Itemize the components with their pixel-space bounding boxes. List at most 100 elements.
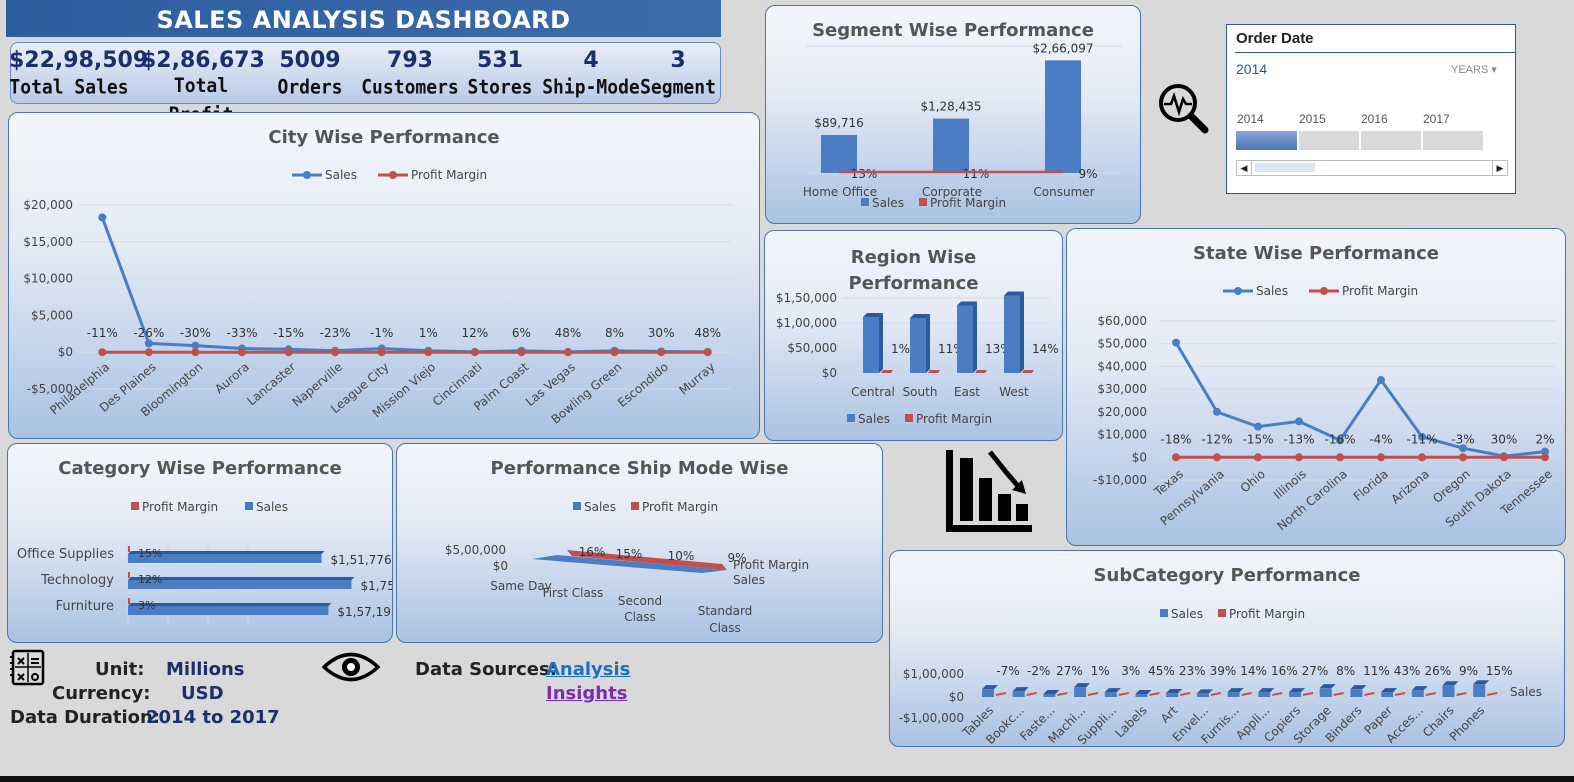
margin-label: 14%: [1032, 342, 1059, 356]
legend-label: Sales: [584, 500, 616, 514]
profit-margin-point: [1254, 453, 1262, 462]
margin-label: 3%: [138, 599, 155, 612]
margin-label: 16%: [1271, 664, 1298, 678]
legend-label: Profit Margin: [411, 168, 487, 182]
data-label: -13%: [1283, 432, 1314, 446]
legend-marker: [303, 171, 311, 179]
y-tick-label: $20,000: [23, 198, 73, 212]
margin-label: -7%: [996, 664, 1019, 678]
sales-bar: [1045, 60, 1081, 174]
kpi-label: Ship-Mode: [542, 75, 640, 99]
order-date-slicer[interactable]: Order Date 2014 YEARS ▾ 2014 2015 2016 2…: [1226, 24, 1516, 194]
sales-bar: [1258, 692, 1271, 697]
duration-label: Data Duration:: [10, 707, 161, 728]
margin-label: 10%: [668, 549, 695, 563]
margin-label: 14%: [1240, 664, 1267, 678]
data-label: -15%: [273, 326, 304, 340]
x-tick-label: East: [954, 385, 980, 399]
data-label: 48%: [694, 326, 721, 340]
y-tick-label: $50,000: [1097, 337, 1147, 351]
margin-label: 15%: [138, 547, 162, 560]
subcategory-chart-panel: SubCategory Performance Sales Profit Marg…: [889, 550, 1565, 747]
sales-bar: [910, 318, 926, 373]
slicer-bar-2016[interactable]: [1361, 131, 1421, 150]
profit-margin-point: [1336, 453, 1344, 462]
profit-margin-point: [238, 348, 246, 357]
shipmode-chart-panel: Performance Ship Mode Wise Sales Profit M…: [396, 443, 883, 643]
legend-label: Sales: [872, 196, 904, 210]
slicer-year-2015[interactable]: 2015: [1299, 112, 1326, 126]
legend-label: Profit Margin: [142, 500, 218, 514]
legend-swatch: [905, 414, 913, 422]
subcategory-chart: Sales Profit Margin $1,00,000 $0 -$1,00,000 -…: [899, 607, 1542, 746]
data-label: -4%: [1369, 432, 1392, 446]
slicer-scroll-thumb[interactable]: [1255, 163, 1315, 172]
insights-link[interactable]: Insights: [546, 683, 627, 704]
kpi-value: $22,98,509: [9, 48, 149, 73]
arrow-right-icon[interactable]: ▶: [1492, 161, 1507, 175]
legend-swatch: [1218, 609, 1226, 617]
search-analytics-icon: [1159, 84, 1209, 134]
data-label: -12%: [1201, 432, 1232, 446]
data-label: $89,716: [814, 116, 864, 130]
y-tick-label: $10,000: [1097, 428, 1147, 442]
data-label: 8%: [605, 326, 624, 340]
sales-bar: [1289, 692, 1301, 697]
data-label: -15%: [1242, 432, 1273, 446]
x-tick-label: South: [903, 385, 938, 399]
slicer-bar-2014[interactable]: [1236, 131, 1297, 150]
slicer-level-dropdown[interactable]: YEARS ▾: [1451, 63, 1497, 76]
sales-bar: [957, 305, 973, 373]
category-chart: Profit Margin Sales 15% $1,51,776 Office Sup…: [17, 500, 392, 624]
sales-point: [1213, 407, 1221, 416]
data-label: $1,28,435: [920, 100, 981, 114]
y-tick-label: -$10,000: [1093, 473, 1147, 487]
legend-label: Profit Margin: [1229, 607, 1305, 621]
legend-label: Profit Margin: [642, 500, 718, 514]
profit-margin-point: [331, 348, 340, 357]
slicer-year-2014[interactable]: 2014: [1237, 112, 1264, 126]
sales-bar: [1319, 688, 1332, 697]
slicer-level-label: YEARS: [1451, 64, 1489, 76]
x-tick-label: Florida: [1351, 467, 1391, 504]
sales-bar-top: [128, 603, 332, 606]
y-tick-label: Furniture: [56, 599, 114, 614]
legend-label: Sales: [1171, 607, 1203, 621]
series-label: Sales: [733, 573, 765, 587]
y-tick-label: $0: [949, 690, 964, 704]
analysis-link[interactable]: Analysis: [546, 659, 630, 680]
slicer-year-2016[interactable]: 2016: [1361, 112, 1388, 126]
kpi-label: Stores: [467, 75, 533, 99]
margin-label: 27%: [1056, 664, 1083, 678]
sales-bar: [1135, 694, 1148, 697]
sales-bar-top: [1442, 681, 1459, 686]
chart-down-icon: [946, 450, 1032, 532]
margin-label: 13%: [851, 167, 878, 181]
shipmode-chart: Sales Profit Margin$5,00,000$016% 15% 10% 9%…: [445, 500, 809, 635]
sales-bar-top: [1411, 686, 1428, 691]
profit-margin-point: [470, 348, 479, 357]
margin-label: 23%: [1179, 664, 1206, 678]
margin-label: 15%: [1486, 664, 1513, 678]
x-tick-label: Class: [624, 610, 656, 624]
profit-margin-bar: [128, 598, 130, 604]
legend-marker: [1234, 287, 1242, 295]
data-label: 2%: [1535, 432, 1554, 446]
y-tick-label: $10,000: [23, 272, 73, 286]
y-tick-label: $60,000: [1097, 314, 1147, 328]
profit-margin-point: [1418, 453, 1426, 462]
profit-margin-point: [144, 348, 153, 357]
slicer-scrollbar[interactable]: ◀ ▶: [1236, 160, 1508, 176]
legend-swatch: [861, 198, 869, 206]
kpi-bar: $22,98,509Total Sales $2,86,673Total Pro…: [9, 42, 721, 126]
slicer-bar-2017[interactable]: [1423, 131, 1483, 150]
unit-value: Millions: [166, 659, 245, 680]
slicer-bar-2015[interactable]: [1299, 131, 1359, 150]
legend-label: Sales: [1256, 284, 1288, 298]
margin-label: 39%: [1210, 664, 1237, 678]
data-label: -30%: [180, 326, 211, 340]
sales-bar: [933, 118, 969, 173]
slicer-year-2017[interactable]: 2017: [1423, 112, 1450, 126]
arrow-left-icon[interactable]: ◀: [1237, 161, 1252, 175]
legend-swatch: [631, 502, 639, 510]
